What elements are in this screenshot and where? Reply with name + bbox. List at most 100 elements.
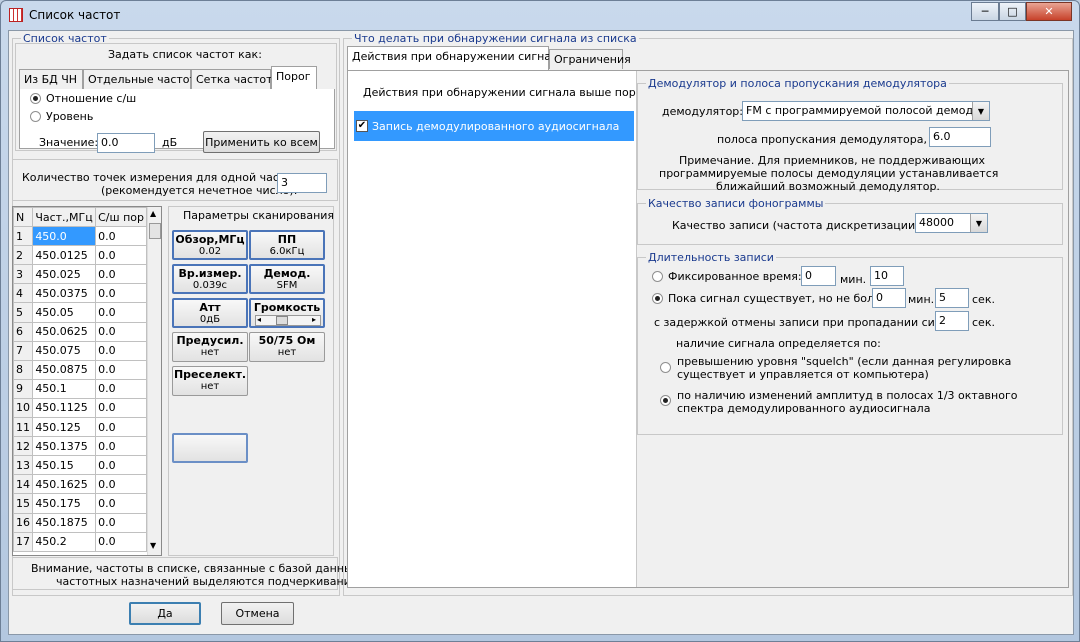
table-row[interactable]: 8 450.0875 0.0 [13,359,147,380]
bandwidth-button[interactable]: ПП 6.0кГц [249,230,325,260]
demodulator-select[interactable]: FM с программируемой полосой демодуляц ▼ [742,101,990,121]
threshold-value-input[interactable]: 0.0 [97,133,155,153]
preamp-button[interactable]: Предусил. нет [172,332,248,362]
row-frequency[interactable]: 450.0875 [32,359,97,380]
preselector-button[interactable]: Преселект. нет [172,366,248,396]
measure-time-button[interactable]: Вр.измер. 0.039с [172,264,248,294]
header-frequency[interactable]: Част.,МГц [32,207,97,228]
table-row[interactable]: 9 450.1 0.0 [13,378,147,399]
tab-limits[interactable]: Ограничения [549,49,631,69]
row-snr[interactable]: 0.0 [95,417,147,438]
row-frequency[interactable]: 450.1875 [32,512,97,533]
while-min-input[interactable]: 0 [872,288,906,308]
table-row[interactable]: 3 450.025 0.0 [13,264,147,285]
slider-left-icon[interactable]: ◂ [257,314,261,326]
row-snr[interactable]: 0.0 [95,474,147,495]
row-snr[interactable]: 0.0 [95,264,147,285]
blank-button[interactable] [172,433,248,463]
row-frequency[interactable]: 450.1125 [32,397,97,419]
row-snr[interactable]: 0.0 [95,378,147,399]
points-input[interactable]: 3 [277,173,327,193]
scroll-down-icon[interactable]: ▼ [150,541,156,550]
table-row[interactable]: 4 450.0375 0.0 [13,283,147,304]
row-frequency[interactable]: 450.1 [32,378,97,399]
cancel-button[interactable]: Отмена [221,602,294,625]
delay-input[interactable]: 2 [935,311,969,331]
scroll-thumb[interactable] [149,223,161,239]
chevron-down-icon[interactable]: ▼ [970,214,987,232]
row-frequency[interactable]: 450.15 [32,455,97,476]
tab-threshold[interactable]: Порог [271,66,317,89]
row-snr[interactable]: 0.0 [95,245,147,266]
table-row[interactable]: 17 450.2 0.0 [13,531,147,552]
row-snr[interactable]: 0.0 [95,436,147,457]
fixed-min-input[interactable]: 0 [801,266,836,286]
header-snr[interactable]: С/ш пор [95,207,147,228]
tab-frequency-grid[interactable]: Сетка частот [191,69,273,89]
while-signal-radio[interactable] [652,293,663,304]
row-frequency[interactable]: 450.2 [32,531,97,552]
chevron-down-icon[interactable]: ▼ [972,102,989,120]
level-radio[interactable] [30,111,41,122]
apply-all-button[interactable]: Применить ко всем [203,131,320,153]
row-snr[interactable]: 0.0 [95,226,147,247]
row-frequency[interactable]: 450.0125 [32,245,97,266]
squelch-radio[interactable] [660,362,671,373]
row-frequency[interactable]: 450.025 [32,264,97,285]
row-frequency[interactable]: 450.1375 [32,436,97,457]
table-row[interactable]: 15 450.175 0.0 [13,493,147,514]
attenuator-button[interactable]: Атт 0дБ [172,298,248,328]
demod-button[interactable]: Демод. SFM [249,264,325,294]
tab-separate-frequencies[interactable]: Отдельные частоты [83,69,205,89]
row-snr[interactable]: 0.0 [95,493,147,514]
table-row[interactable]: 1 450.0 0.0 [13,226,147,247]
header-n[interactable]: N [13,207,34,228]
row-snr[interactable]: 0.0 [95,283,147,304]
bandwidth-input[interactable]: 6.0 [929,127,991,147]
amplitude-radio[interactable] [660,395,671,406]
table-row[interactable]: 5 450.05 0.0 [13,302,147,323]
table-row[interactable]: 10 450.1125 0.0 [13,397,147,419]
table-row[interactable]: 12 450.1375 0.0 [13,436,147,457]
row-snr[interactable]: 0.0 [95,455,147,476]
table-row[interactable]: 11 450.125 0.0 [13,417,147,438]
fixed-time-radio[interactable] [652,271,663,282]
ok-button[interactable]: Да [129,602,201,625]
row-snr[interactable]: 0.0 [95,397,147,419]
row-snr[interactable]: 0.0 [95,340,147,361]
table-row[interactable]: 2 450.0125 0.0 [13,245,147,266]
impedance-button[interactable]: 50/75 Ом нет [249,332,325,362]
row-snr[interactable]: 0.0 [95,512,147,533]
volume-thumb[interactable] [276,316,288,325]
while-sec-input[interactable]: 5 [935,288,969,308]
row-snr[interactable]: 0.0 [95,531,147,552]
row-snr[interactable]: 0.0 [95,321,147,342]
row-frequency[interactable]: 450.0625 [32,321,97,342]
row-frequency[interactable]: 450.05 [32,302,97,323]
fixed-sec-input[interactable]: 10 [870,266,904,286]
table-row[interactable]: 16 450.1875 0.0 [13,512,147,533]
ratio-radio[interactable] [30,93,41,104]
tab-db[interactable]: Из БД ЧН [19,69,83,89]
action-checkbox[interactable]: ✔ [356,120,368,132]
table-row[interactable]: 6 450.0625 0.0 [13,321,147,342]
quality-select[interactable]: 48000 ▼ [915,213,988,233]
overview-button[interactable]: Обзор,МГц 0.02 [172,230,248,260]
close-button[interactable]: ✕ [1026,2,1072,21]
table-row[interactable]: 13 450.15 0.0 [13,455,147,476]
maximize-button[interactable]: □ [999,2,1026,21]
volume-slider[interactable]: ◂ ▸ [255,315,321,326]
scroll-up-icon[interactable]: ▲ [150,209,156,218]
minimize-button[interactable]: ─ [971,2,999,21]
row-frequency[interactable]: 450.075 [32,340,97,361]
table-scrollbar[interactable]: ▲ ▼ [147,207,161,555]
row-snr[interactable]: 0.0 [95,359,147,380]
row-snr[interactable]: 0.0 [95,302,147,323]
row-frequency[interactable]: 450.1625 [32,474,97,495]
row-frequency[interactable]: 450.0375 [32,283,97,304]
tab-actions[interactable]: Действия при обнаружении сигналов [347,46,571,70]
slider-right-icon[interactable]: ▸ [312,314,316,326]
row-frequency[interactable]: 450.175 [32,493,97,514]
action-item[interactable]: ✔ Запись демодулированного аудиосигнала [354,111,634,141]
table-row[interactable]: 14 450.1625 0.0 [13,474,147,495]
